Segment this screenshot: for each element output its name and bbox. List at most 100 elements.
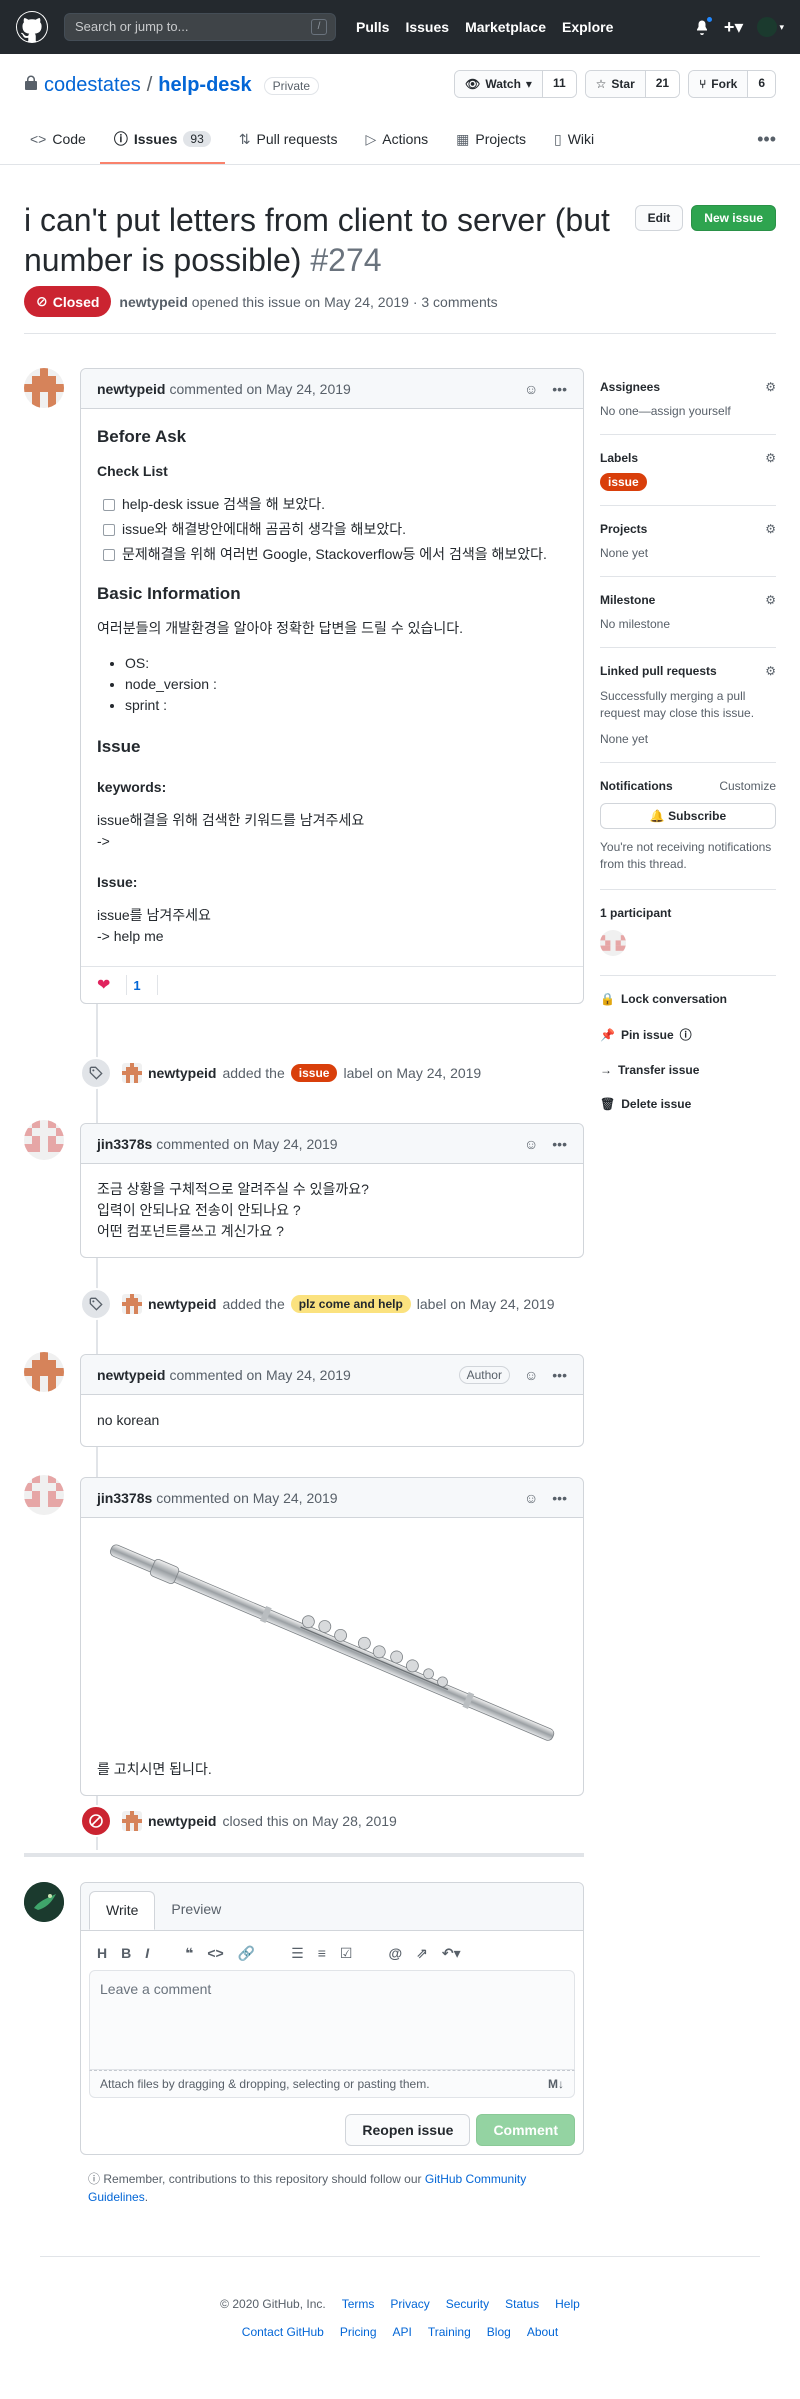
- heart-reaction[interactable]: ❤ 1: [97, 975, 158, 995]
- tab-code[interactable]: <> Code: [16, 116, 100, 164]
- reply-icon[interactable]: ↶▾: [442, 1945, 461, 1962]
- nav-issues[interactable]: Issues: [405, 19, 449, 35]
- tab-pull-requests[interactable]: ⇅ Pull requests: [225, 116, 352, 164]
- nav-marketplace[interactable]: Marketplace: [465, 19, 546, 35]
- footer-link-api[interactable]: API: [393, 2325, 412, 2339]
- current-user-avatar[interactable]: [24, 1882, 64, 1922]
- avatar-jin3378s[interactable]: [24, 1120, 64, 1160]
- footer-link-privacy[interactable]: Privacy: [390, 2297, 429, 2311]
- footer-link-pricing[interactable]: Pricing: [340, 2325, 377, 2339]
- footer-link-about[interactable]: About: [527, 2325, 558, 2339]
- sidebar-labels[interactable]: ⚙ Labels issue: [600, 451, 776, 506]
- participant-avatar[interactable]: [600, 930, 626, 956]
- avatar-newtypeid[interactable]: [24, 1352, 64, 1392]
- kebab-menu-icon[interactable]: •••: [552, 1367, 567, 1383]
- footer-link-training[interactable]: Training: [428, 2325, 471, 2339]
- footer-link-security[interactable]: Security: [446, 2297, 489, 2311]
- tab-actions[interactable]: ▷ Actions: [351, 116, 442, 164]
- checkbox[interactable]: [103, 548, 115, 561]
- sidebar-linked-prs[interactable]: ⚙ Linked pull requests Successfully merg…: [600, 664, 776, 763]
- avatar-jin3378s[interactable]: [24, 1475, 64, 1515]
- watch-button[interactable]: 👁 Watch ▾ 11: [454, 70, 577, 98]
- sidebar-projects[interactable]: ⚙ Projects None yet: [600, 522, 776, 577]
- pin-issue-link[interactable]: 📌 Pin issue ⓘ: [600, 1026, 776, 1043]
- user-avatar-menu[interactable]: ▾: [757, 17, 784, 37]
- more-options-icon[interactable]: •••: [757, 129, 776, 150]
- footer-link-help[interactable]: Help: [555, 2297, 580, 2311]
- link-icon[interactable]: 🔗: [238, 1945, 255, 1962]
- search-input[interactable]: Search or jump to... /: [64, 13, 336, 41]
- new-issue-button[interactable]: New issue: [691, 205, 776, 231]
- kebab-menu-icon[interactable]: •••: [552, 1136, 567, 1152]
- assignees-value[interactable]: No one—assign yourself: [600, 404, 776, 418]
- gear-icon[interactable]: ⚙: [765, 522, 776, 536]
- bold-icon[interactable]: B: [121, 1945, 131, 1962]
- github-logo-icon[interactable]: [16, 11, 48, 43]
- event-author[interactable]: newtypeid: [148, 1296, 216, 1312]
- star-count[interactable]: 21: [645, 71, 680, 97]
- lock-conversation-link[interactable]: 🔒 Lock conversation: [600, 992, 776, 1006]
- sidebar-assignees[interactable]: ⚙ Assignees No one—assign yourself: [600, 380, 776, 435]
- flute-image[interactable]: [97, 1533, 567, 1753]
- smiley-icon[interactable]: ☺: [524, 1136, 538, 1152]
- customize-link[interactable]: Customize: [719, 779, 776, 793]
- footer-link-status[interactable]: Status: [505, 2297, 539, 2311]
- tab-issues[interactable]: ⓘ Issues 93: [99, 116, 225, 164]
- fork-button[interactable]: ⑂ Fork 6: [688, 70, 776, 98]
- kebab-menu-icon[interactable]: •••: [552, 381, 567, 397]
- footer-link-terms[interactable]: Terms: [342, 2297, 375, 2311]
- nav-pulls[interactable]: Pulls: [356, 19, 389, 35]
- tab-write[interactable]: Write: [89, 1891, 156, 1930]
- create-new-plus-icon[interactable]: +▾: [724, 17, 744, 38]
- comment-author[interactable]: newtypeid: [97, 1367, 165, 1383]
- ordered-list-icon[interactable]: ≡: [318, 1945, 326, 1962]
- event-author[interactable]: newtypeid: [148, 1065, 216, 1081]
- comment-textarea[interactable]: Leave a comment: [89, 1970, 575, 2070]
- star-button[interactable]: ☆ Star 21: [584, 70, 681, 98]
- smiley-icon[interactable]: ☺: [524, 381, 538, 397]
- code-icon[interactable]: <>: [207, 1945, 223, 1962]
- comment-author[interactable]: newtypeid: [97, 381, 165, 397]
- event-author[interactable]: newtypeid: [148, 1813, 216, 1829]
- gear-icon[interactable]: ⚙: [765, 380, 776, 394]
- reopen-issue-button[interactable]: Reopen issue: [345, 2114, 471, 2146]
- file-attachment-bar[interactable]: Attach files by dragging & dropping, sel…: [89, 2070, 575, 2098]
- footer-link-blog[interactable]: Blog: [487, 2325, 511, 2339]
- avatar-newtypeid[interactable]: [122, 1811, 142, 1831]
- fork-count[interactable]: 6: [748, 71, 775, 97]
- markdown-icon[interactable]: M↓: [548, 2077, 564, 2091]
- heading-icon[interactable]: H: [97, 1945, 107, 1962]
- avatar-newtypeid[interactable]: [24, 368, 64, 408]
- comment-timestamp[interactable]: commented on May 24, 2019: [169, 381, 350, 397]
- comment-timestamp[interactable]: commented on May 24, 2019: [156, 1136, 337, 1152]
- edit-button[interactable]: Edit: [634, 205, 684, 231]
- comment-author[interactable]: jin3378s: [97, 1136, 152, 1152]
- tab-preview[interactable]: Preview: [155, 1891, 237, 1930]
- avatar-newtypeid[interactable]: [122, 1294, 142, 1314]
- comment-author[interactable]: jin3378s: [97, 1490, 152, 1506]
- footer-link-contact[interactable]: Contact GitHub: [242, 2325, 324, 2339]
- smiley-icon[interactable]: ☺: [524, 1490, 538, 1506]
- unordered-list-icon[interactable]: ☰: [291, 1945, 304, 1962]
- transfer-issue-link[interactable]: → Transfer issue: [600, 1063, 776, 1077]
- cross-reference-icon[interactable]: ⇗: [416, 1945, 428, 1962]
- checkbox[interactable]: [103, 498, 115, 511]
- sidebar-milestone[interactable]: ⚙ Milestone No milestone: [600, 593, 776, 648]
- issue-author-link[interactable]: newtypeid: [119, 294, 187, 310]
- label-issue[interactable]: issue: [290, 1064, 338, 1082]
- mention-icon[interactable]: @: [388, 1945, 402, 1962]
- tab-wiki[interactable]: ▯ Wiki: [540, 116, 608, 164]
- tab-projects[interactable]: ▦ Projects: [442, 116, 540, 164]
- delete-issue-link[interactable]: 🗑 Delete issue: [600, 1097, 776, 1111]
- nav-explore[interactable]: Explore: [562, 19, 613, 35]
- gear-icon[interactable]: ⚙: [765, 593, 776, 607]
- label-plz-come-and-help[interactable]: plz come and help: [290, 1295, 411, 1313]
- checkbox[interactable]: [103, 523, 115, 536]
- gear-icon[interactable]: ⚙: [765, 451, 776, 465]
- gear-icon[interactable]: ⚙: [765, 664, 776, 678]
- comment-timestamp[interactable]: commented on May 24, 2019: [169, 1367, 350, 1383]
- quote-icon[interactable]: ❝: [185, 1945, 193, 1962]
- notifications-bell-icon[interactable]: [694, 16, 713, 35]
- subscribe-button[interactable]: 🔔 Subscribe: [600, 803, 776, 829]
- label-issue[interactable]: issue: [600, 473, 647, 491]
